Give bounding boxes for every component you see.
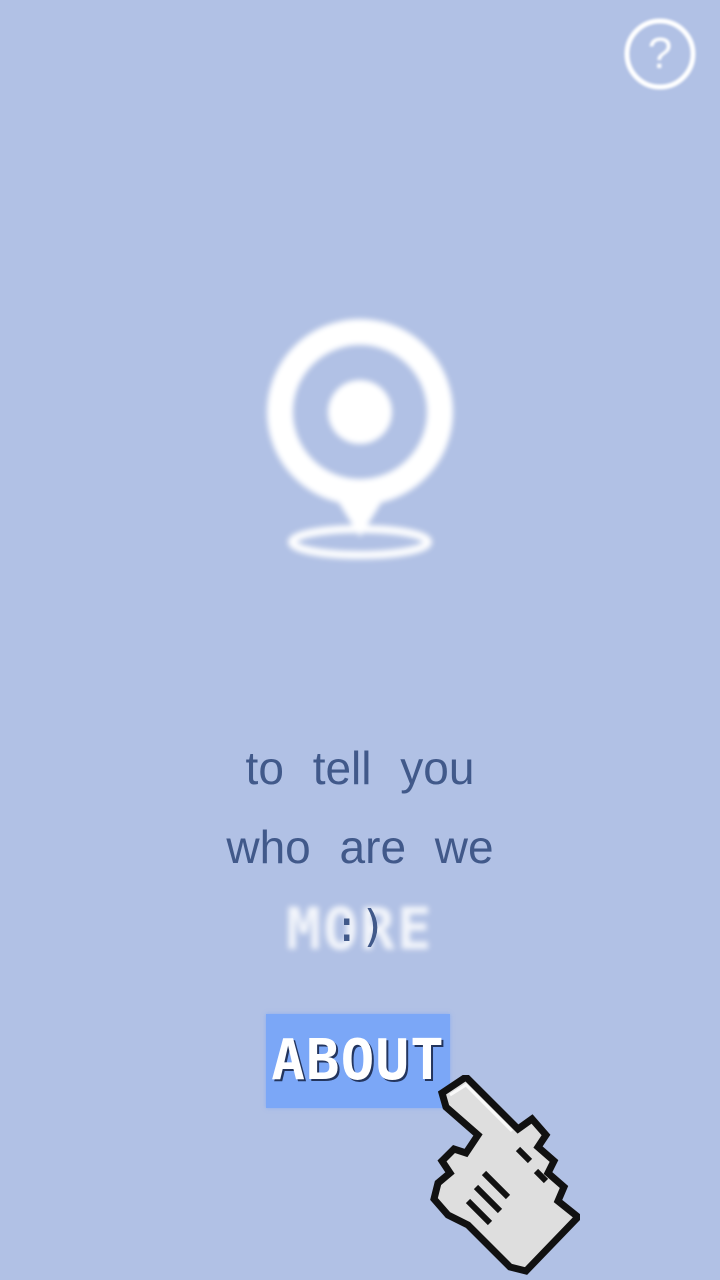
tagline-line-2: who are we	[226, 821, 494, 873]
location-pin-icon	[255, 315, 465, 570]
about-button[interactable]: ABOUT	[266, 1014, 450, 1108]
help-button[interactable]: ?	[620, 14, 700, 94]
help-glyph: ?	[648, 29, 672, 78]
help-circle-icon: ?	[624, 18, 696, 90]
about-button-label: ABOUT	[271, 1028, 445, 1093]
tagline-line-1: to tell you	[245, 742, 475, 794]
smiley-text: :)	[333, 901, 387, 952]
pointing-hand-cursor-icon	[428, 1072, 584, 1275]
